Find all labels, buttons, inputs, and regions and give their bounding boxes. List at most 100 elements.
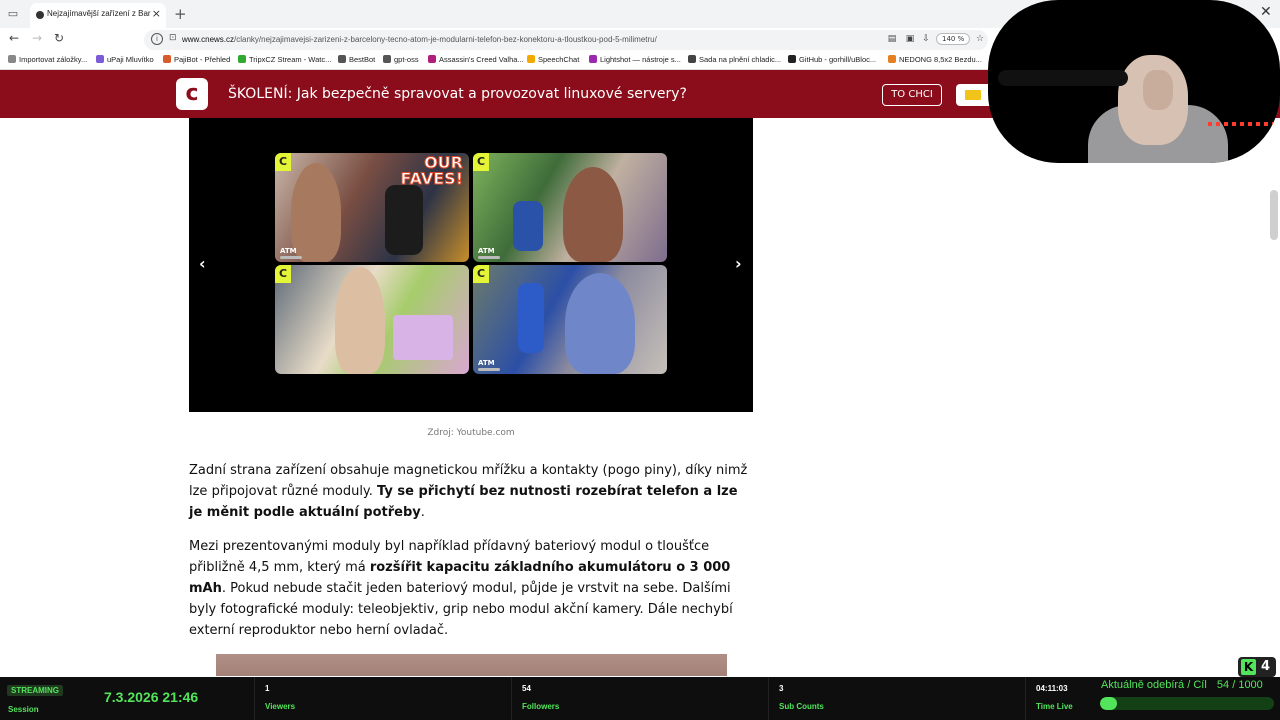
bookmark-icon xyxy=(383,55,391,63)
tab-title: Nejzajímavější zařízení z Barcelo xyxy=(47,9,151,18)
bookmark-item[interactable]: Sada na plnění chladic... xyxy=(688,55,781,64)
image-carousel: ‹ › OUR FAVES! C ATM C ATM C C ATM xyxy=(189,118,753,412)
thumbnail-person xyxy=(565,273,635,374)
thumbnail-person xyxy=(563,167,623,262)
bookmark-item[interactable]: SpeechChat xyxy=(527,55,579,64)
screen: ▭ Nejzajímavější zařízení z Barcelo × + … xyxy=(0,0,1280,720)
bookmark-star-icon[interactable]: ☆ xyxy=(974,34,986,45)
sub-goal-progress-fill xyxy=(1100,697,1118,710)
sub-goal-progress-bar xyxy=(1100,697,1274,710)
viewers-label: Viewers xyxy=(265,702,296,711)
forward-icon[interactable]: → xyxy=(32,31,42,45)
video-thumbnail[interactable]: C ATM xyxy=(473,265,667,374)
lock-icon: ⊡ xyxy=(169,33,177,43)
screenshot-icon[interactable]: ▣ xyxy=(904,34,916,45)
phone-image xyxy=(513,201,543,251)
bookmark-item[interactable]: Assassin's Creed Valha... xyxy=(428,55,524,64)
atm-bar xyxy=(280,256,302,259)
time-live-label: Time Live xyxy=(1036,702,1073,711)
bookmark-item[interactable]: Importovat záložky... xyxy=(8,55,87,64)
stream-stats-bar: STREAMING Session 7.3.2026 21:46 1 Viewe… xyxy=(0,677,1280,720)
video-thumbnail[interactable]: C xyxy=(275,265,469,374)
laptop-image xyxy=(393,315,453,360)
kick-count: 4 xyxy=(1261,659,1271,674)
tab-close-icon[interactable]: × xyxy=(152,7,161,20)
new-tab-icon[interactable]: + xyxy=(174,5,187,23)
url-text[interactable]: www.cnews.cz/clanky/nejzajimavejsi-zariz… xyxy=(182,35,657,44)
bookmark-icon xyxy=(163,55,171,63)
bookmark-item[interactable]: TripxCZ Stream - Watc... xyxy=(238,55,331,64)
faves-overlay: OUR FAVES! xyxy=(400,153,464,188)
zoom-level[interactable]: 140 % xyxy=(936,33,971,45)
divider xyxy=(254,677,255,720)
reload-icon[interactable]: ↻ xyxy=(54,31,64,45)
time-live-value: 04:11:03 xyxy=(1036,684,1068,693)
article-image xyxy=(216,654,727,676)
site-favicon-icon xyxy=(36,11,44,19)
bookmark-item[interactable]: NEDONG 8,5x2 Bezdu... xyxy=(888,55,982,64)
kick-viewers-badge: K 4 xyxy=(1238,657,1276,677)
video-thumbnail[interactable]: C ATM xyxy=(473,153,667,262)
bookmark-item[interactable]: GitHub - gorhill/uBloc... xyxy=(788,55,876,64)
bookmark-icon xyxy=(8,55,16,63)
thumbnail-person xyxy=(335,267,385,374)
atm-label: ATM xyxy=(478,247,495,255)
thumbnail-person xyxy=(291,163,341,262)
image-caption: Zdroj: Youtube.com xyxy=(427,428,515,438)
led-lights xyxy=(1208,122,1278,126)
divider xyxy=(768,677,769,720)
video-thumbnail[interactable]: OUR FAVES! C ATM xyxy=(275,153,469,262)
scrollbar-thumb[interactable] xyxy=(1270,190,1278,240)
bookmark-icon xyxy=(888,55,896,63)
divider xyxy=(1025,677,1026,720)
cnet-badge: C xyxy=(275,153,291,171)
carousel-prev-icon[interactable]: ‹ xyxy=(199,254,206,273)
promo-cta-button[interactable]: TO CHCI xyxy=(882,84,942,106)
promo-text: ŠKOLENÍ: Jak bezpečně spravovat a provoz… xyxy=(228,86,687,102)
bookmark-item[interactable]: PajiBot - Přehled xyxy=(163,55,230,64)
session-label: Session xyxy=(8,705,39,714)
tab-actions-icon[interactable]: ▭ xyxy=(6,7,20,21)
phone-image xyxy=(518,283,544,353)
active-tab[interactable]: Nejzajímavější zařízení z Barcelo × xyxy=(30,3,166,28)
kick-logo-icon: K xyxy=(1241,659,1256,675)
bookmark-item[interactable]: BestBot xyxy=(338,55,375,64)
bookmark-item[interactable]: Lightshot — nástroje s... xyxy=(589,55,681,64)
bookmark-icon xyxy=(238,55,246,63)
cnet-badge: C xyxy=(275,265,291,283)
followers-value: 54 xyxy=(522,684,531,693)
session-datetime: 7.3.2026 21:46 xyxy=(104,689,199,705)
cnews-logo[interactable]: c xyxy=(176,78,208,110)
cnet-badge: C xyxy=(473,265,489,283)
carousel-next-icon[interactable]: › xyxy=(735,254,742,273)
reader-mode-icon[interactable]: ▤ xyxy=(886,34,898,45)
back-icon[interactable]: ← xyxy=(9,31,19,45)
viewers-value: 1 xyxy=(265,684,270,693)
window-close-icon[interactable]: ✕ xyxy=(1260,4,1272,20)
followers-label: Followers xyxy=(522,702,560,711)
subs-value: 3 xyxy=(779,684,784,693)
site-info-icon[interactable]: i xyxy=(151,33,163,45)
bookmark-item[interactable]: gpt-oss xyxy=(383,55,419,64)
install-icon[interactable]: ⇩ xyxy=(920,34,932,45)
url-host: www.cnews.cz xyxy=(182,35,235,44)
mail-icon xyxy=(965,90,981,100)
sub-goal-title: Aktuálně odebírá / Cíl 54 / 1000 xyxy=(1101,679,1263,691)
webcam-overlay xyxy=(988,0,1280,163)
address-bar[interactable]: i ⊡ www.cnews.cz/clanky/nejzajimavejsi-z… xyxy=(144,30,988,50)
phone-image xyxy=(385,185,423,255)
article-paragraph: Mezi prezentovanými moduly byl například… xyxy=(189,539,733,638)
url-path: /clanky/nejzajimavejsi-zarizeni-z-barcel… xyxy=(234,35,657,44)
streaming-badge: STREAMING xyxy=(7,685,63,696)
article-paragraph: Zadní strana zařízení obsahuje magnetick… xyxy=(189,463,748,520)
atm-bar xyxy=(478,256,500,259)
atm-bar xyxy=(478,368,500,371)
webcam-hand xyxy=(1143,70,1173,110)
bookmark-item[interactable]: uPaji Mluvítko xyxy=(96,55,154,64)
atm-label: ATM xyxy=(280,247,297,255)
divider xyxy=(511,677,512,720)
subs-label: Sub Counts xyxy=(779,702,824,711)
atm-label: ATM xyxy=(478,359,495,367)
cnet-badge: C xyxy=(473,153,489,171)
bookmark-icon xyxy=(428,55,436,63)
